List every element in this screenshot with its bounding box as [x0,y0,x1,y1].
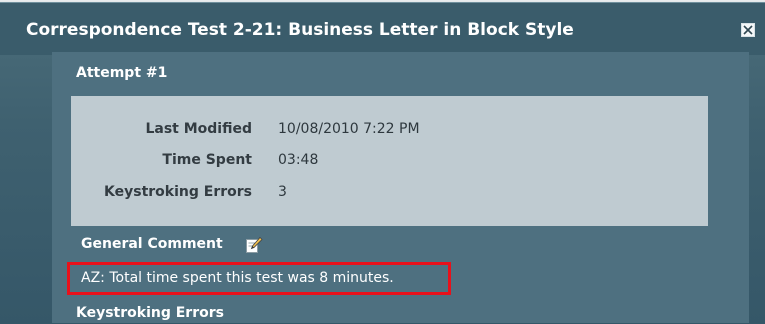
general-comment-text: AZ: Total time spent this test was 8 min… [81,270,394,286]
dialog-title-bar: Correspondence Test 2-21: Business Lette… [0,3,765,55]
detail-row-keystroking-errors: Keystroking Errors 3 [71,184,708,204]
attempt-info-box: Last Modified 10/08/2010 7:22 PM Time Sp… [71,96,708,226]
close-icon[interactable] [741,23,755,37]
detail-value: 10/08/2010 7:22 PM [278,121,420,137]
detail-value: 3 [278,184,287,200]
keystroking-errors-heading: Keystroking Errors [76,305,224,321]
detail-label: Last Modified [145,121,252,137]
detail-row-time-spent: Time Spent 03:48 [71,152,708,172]
dialog-title: Correspondence Test 2-21: Business Lette… [26,20,574,40]
general-comment-label: General Comment [81,236,223,252]
detail-label: Time Spent [162,152,252,168]
detail-row-last-modified: Last Modified 10/08/2010 7:22 PM [71,121,708,141]
detail-label: Keystroking Errors [104,184,252,200]
detail-value: 03:48 [278,152,319,168]
pencil-edit-icon[interactable] [245,236,263,254]
general-comment-highlight: AZ: Total time spent this test was 8 min… [67,262,451,295]
attempt-heading: Attempt #1 [76,65,168,81]
